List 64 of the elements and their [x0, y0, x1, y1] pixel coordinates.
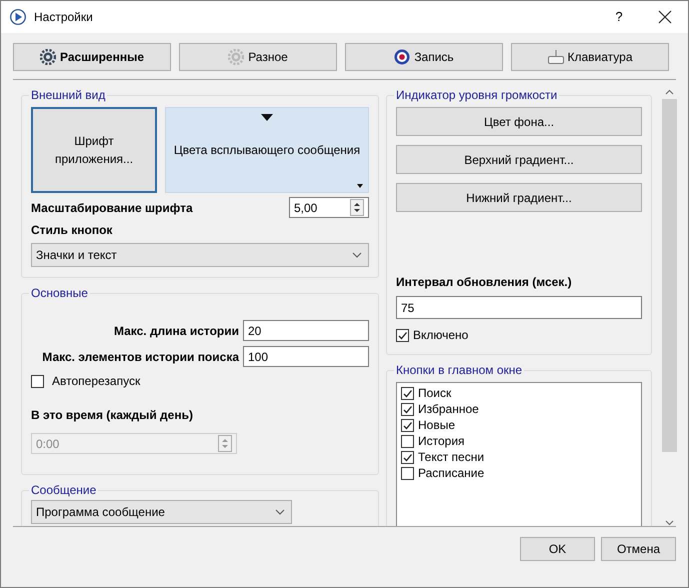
- select-value: Значки и текст: [36, 247, 117, 264]
- close-icon[interactable]: [658, 10, 672, 24]
- field-label: Макс. элементов истории поиска: [42, 348, 239, 366]
- list-item-label: Текст песни: [418, 449, 484, 466]
- group-title: Индикатор уровня громкости: [395, 89, 558, 101]
- interval-field[interactable]: 75: [396, 296, 642, 319]
- group-title: Внешний вид: [30, 89, 106, 101]
- scroll-up-icon: [665, 89, 674, 95]
- group-title: Кнопки в главном окне: [395, 364, 524, 376]
- dialog-button[interactable]: OK: [520, 537, 595, 561]
- list-item-label: Поиск: [418, 385, 452, 402]
- checkbox[interactable]: [401, 402, 414, 416]
- dropdown-triangle-icon: [357, 184, 363, 188]
- list-item-label: Расписание: [418, 465, 484, 482]
- dropdown-chevron-icon: [275, 509, 285, 515]
- tab[interactable]: Разное: [179, 43, 337, 71]
- tab[interactable]: Расширенные: [13, 43, 171, 71]
- checkbox[interactable]: [401, 418, 414, 432]
- list-item-label: История: [418, 433, 465, 450]
- list-item-label: Новые: [418, 417, 456, 434]
- field-label: В это время (каждый день): [31, 407, 194, 424]
- keyboard-icon: [548, 49, 564, 65]
- field-label: Интервал обновления (мсек.): [396, 274, 573, 291]
- color-button[interactable]: Цвет фона...: [396, 107, 642, 136]
- app-logo-icon: [10, 9, 26, 25]
- group-title: Основные: [30, 287, 89, 299]
- dropdown-triangle-icon: [261, 114, 273, 121]
- checkbox[interactable]: [31, 374, 44, 388]
- spin-arrows-icon: [350, 199, 364, 216]
- font-scale-field[interactable]: 5,00: [289, 197, 369, 218]
- list-item-label: Избранное: [418, 401, 479, 418]
- color-button[interactable]: Верхний градиент...: [396, 145, 642, 174]
- checklist-box[interactable]: Поиск Избранное Новые История Текст песни Расписание: [396, 382, 642, 526]
- field-label: Масштабирование шрифта: [31, 200, 193, 216]
- checkbox[interactable]: [401, 450, 414, 464]
- field-label: Макс. длина истории: [114, 322, 239, 340]
- checkbox[interactable]: [396, 328, 409, 342]
- scroll-down-icon: [665, 520, 674, 526]
- scrollbar-thumb[interactable]: [662, 99, 677, 452]
- text-field[interactable]: 20: [243, 320, 369, 341]
- text-field[interactable]: 100: [243, 346, 369, 367]
- gear-icon: [40, 49, 56, 65]
- popup-colors-button[interactable]: Цвета всплывающего сообщения: [165, 107, 369, 193]
- help-button[interactable]: ?: [596, 7, 642, 27]
- message-select[interactable]: Программа сообщение: [31, 500, 292, 524]
- field-label: Стиль кнопок: [31, 222, 114, 239]
- font-button[interactable]: Шрифт приложения...: [31, 107, 157, 193]
- button-style-select[interactable]: Значки и текст: [31, 243, 369, 267]
- select-value: Программа сообщение: [36, 504, 165, 521]
- dropdown-chevron-icon: [352, 252, 362, 258]
- checkbox-label: Включено: [413, 327, 468, 344]
- record-icon: [394, 49, 410, 65]
- gear-icon: [228, 49, 244, 65]
- checkbox[interactable]: [401, 386, 414, 400]
- tab[interactable]: Клавиатура: [511, 43, 669, 71]
- checkbox[interactable]: [401, 434, 414, 448]
- window-title: Настройки: [34, 9, 94, 26]
- group-title: Сообщение: [30, 484, 98, 496]
- spin-arrows-icon: [218, 435, 232, 452]
- checkbox-label: Автоперезапуск: [52, 373, 140, 390]
- tab[interactable]: Запись: [345, 43, 503, 71]
- checkbox[interactable]: [401, 466, 414, 480]
- dialog-button[interactable]: Отмена: [601, 537, 676, 561]
- color-button[interactable]: Нижний градиент...: [396, 183, 642, 212]
